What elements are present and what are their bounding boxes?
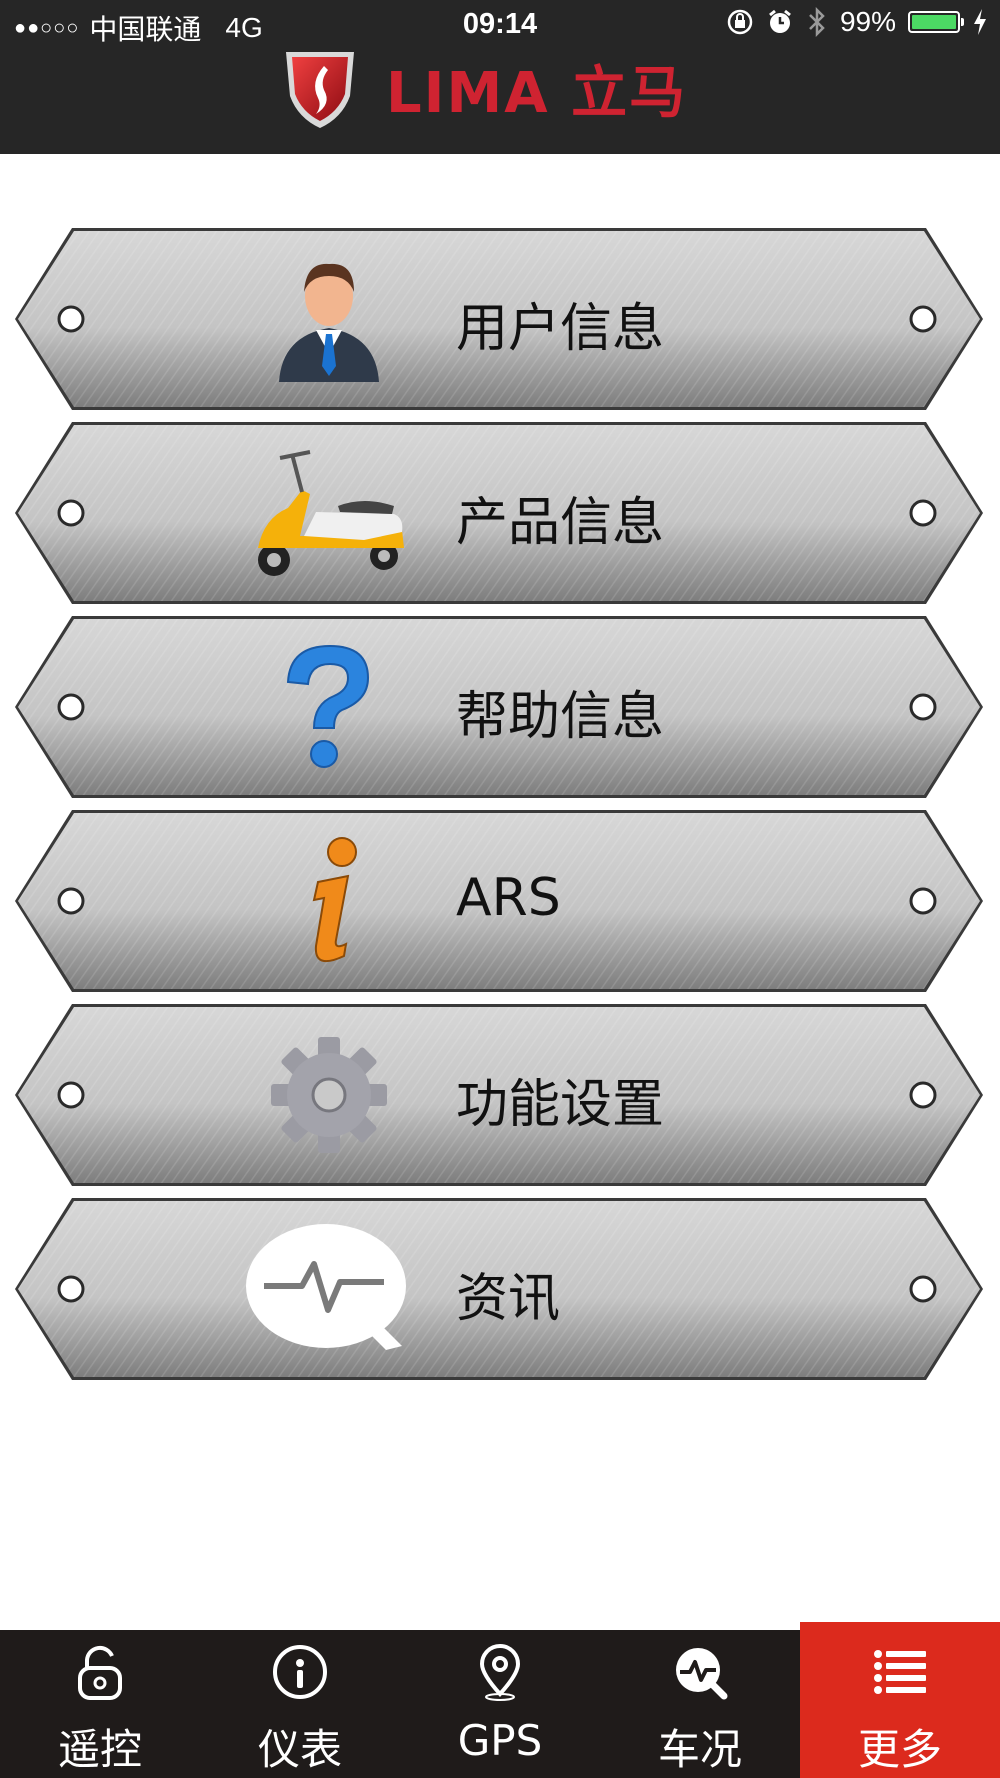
bottom-tab-bar: 遥控 仪表 GPS 车况 更多 <box>0 1622 1000 1778</box>
lima-shield-logo <box>286 52 354 128</box>
menu-label: 用户信息 <box>456 299 665 359</box>
menu-label: 功能设置 <box>456 1075 665 1135</box>
app-header: ●●○○○ 中国联通 4G 09:14 99% LIMA 立马 <box>0 0 1000 154</box>
menu-label: 产品信息 <box>456 493 665 553</box>
gear-icon <box>271 1037 387 1153</box>
scooter-icon <box>258 450 404 576</box>
tab-label: 遥控 <box>57 1725 142 1774</box>
battery-percent: 99% <box>839 6 896 37</box>
charging-icon <box>974 9 986 35</box>
tab-remote-control[interactable]: 遥控 <box>0 1630 200 1778</box>
tab-vehicle-status[interactable]: 车况 <box>600 1630 800 1778</box>
menu-item-help-info[interactable]: 帮助信息 <box>14 614 984 800</box>
rotation-lock-icon <box>727 9 753 35</box>
list-icon <box>874 1650 926 1694</box>
menu-item-settings[interactable]: 功能设置 <box>14 1002 984 1188</box>
menu-item-news[interactable]: 资讯 <box>14 1196 984 1382</box>
alarm-icon <box>769 9 791 33</box>
tab-label: 仪表 <box>257 1725 342 1774</box>
tab-more[interactable]: 更多 <box>800 1622 1000 1778</box>
gauge-icon <box>273 1645 327 1699</box>
status-right: 99% <box>726 6 988 38</box>
battery-fill <box>912 15 956 29</box>
menu-label: 帮助信息 <box>456 687 665 747</box>
tab-gps[interactable]: GPS <box>400 1630 600 1778</box>
tab-label: 更多 <box>857 1725 942 1774</box>
tab-label: 车况 <box>657 1725 742 1774</box>
news-icon <box>246 1224 406 1350</box>
brand-text: LIMA 立马 <box>386 60 688 126</box>
status-bar: ●●○○○ 中国联通 4G 09:14 99% <box>0 0 1000 50</box>
battery-icon <box>908 11 964 33</box>
brand-logo: LIMA 立马 <box>280 46 687 130</box>
info-icon <box>312 837 357 963</box>
menu-item-product-info[interactable]: 产品信息 <box>14 420 984 606</box>
help-icon <box>286 644 370 768</box>
unlock-icon <box>78 1645 122 1700</box>
menu-label: ARS <box>456 868 561 928</box>
tab-label: GPS <box>457 1716 543 1765</box>
user-icon <box>279 263 379 382</box>
menu-item-ars[interactable]: ARS <box>14 808 984 994</box>
tab-dashboard[interactable]: 仪表 <box>200 1630 400 1778</box>
location-pin-icon <box>479 1644 521 1701</box>
bluetooth-icon <box>809 7 825 37</box>
menu-item-user-info[interactable]: 用户信息 <box>14 226 984 412</box>
menu-label: 资讯 <box>456 1269 561 1329</box>
vehicle-status-icon <box>676 1648 728 1700</box>
